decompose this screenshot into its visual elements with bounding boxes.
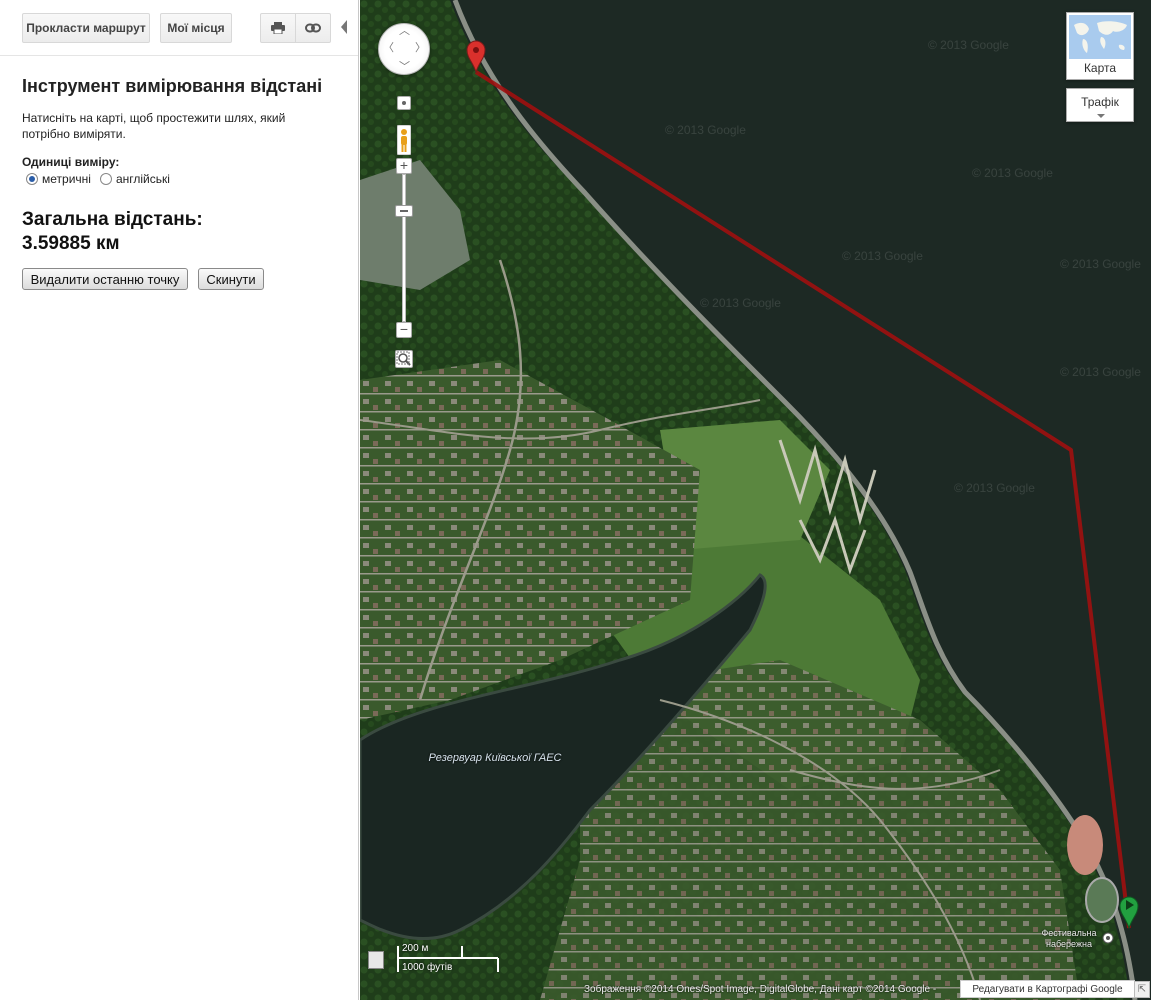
metric-label[interactable]: метричні xyxy=(42,172,91,186)
units-radio-group: метричні англійські xyxy=(26,172,179,186)
festival-embankment-label: Фестивальна набережна xyxy=(1041,928,1097,949)
side-panel: Прокласти маршрут Мої місця Інструмент в… xyxy=(0,0,359,1000)
pan-down-icon[interactable]: ﹀ xyxy=(399,62,410,73)
world-map-thumbnail xyxy=(1069,15,1131,59)
delete-last-point-button[interactable]: Видалити останню точку xyxy=(22,268,188,290)
start-marker-pin xyxy=(466,40,486,74)
zoom-in-button[interactable]: + xyxy=(396,158,412,174)
map-canvas[interactable]: © 2013 Google © 2013 Google © 2013 Googl… xyxy=(360,0,1151,1000)
traffic-label: Трафік xyxy=(1081,95,1119,109)
link-icon xyxy=(305,23,321,33)
map-type-label: Карта xyxy=(1083,61,1117,75)
my-places-button[interactable]: Мої місця xyxy=(160,13,232,43)
total-distance-label: Загальна відстань: xyxy=(22,209,203,230)
pan-control[interactable]: ︿ ﹀ 〈 〉 xyxy=(378,23,430,75)
scale-imperial-label: 1000 футів xyxy=(402,962,453,973)
measurement-layer xyxy=(466,40,1139,930)
end-marker[interactable] xyxy=(1119,896,1139,930)
collapse-panel-icon[interactable] xyxy=(341,20,347,34)
english-radio[interactable] xyxy=(99,173,112,185)
total-distance-value: 3.59885 км xyxy=(22,233,120,254)
street-view-icon[interactable] xyxy=(368,951,384,969)
units-label: Одиниці виміру: xyxy=(22,155,120,169)
end-marker-pin xyxy=(1119,896,1139,930)
chevron-down-icon xyxy=(1097,114,1105,118)
reservoir-label: Резервуар Київської ГАЕС xyxy=(428,752,562,764)
reset-button[interactable]: Скинути xyxy=(198,268,264,290)
tool-instruction: Натисніть на карті, щоб простежити шлях,… xyxy=(22,111,286,141)
copyright-text: Зображення ©2014 Ones/Spot Image, Digita… xyxy=(584,984,937,995)
measurement-path xyxy=(474,70,1131,929)
poi-icon xyxy=(1102,932,1114,944)
traffic-button[interactable]: Трафік xyxy=(1066,88,1134,122)
expand-corner-icon[interactable]: ⇱ xyxy=(1134,981,1150,998)
pan-up-icon[interactable]: ︿ xyxy=(399,26,410,37)
total-distance: Загальна відстань: 3.59885 км xyxy=(22,208,203,256)
panel-toolbar: Прокласти маршрут Мої місця xyxy=(0,0,358,56)
scale-metric-label: 200 м xyxy=(402,943,429,954)
zoom-slider-track[interactable] xyxy=(402,174,406,322)
get-directions-button[interactable]: Прокласти маршрут xyxy=(22,13,150,43)
zoom-area-icon[interactable] xyxy=(395,350,413,368)
start-marker[interactable] xyxy=(466,40,486,74)
print-icon xyxy=(271,22,285,34)
pan-left-icon[interactable]: 〈 xyxy=(383,43,394,54)
zoom-out-button[interactable]: − xyxy=(396,322,412,338)
link-button[interactable] xyxy=(295,13,331,43)
print-button[interactable] xyxy=(260,13,296,43)
start-marker-dot xyxy=(473,47,479,53)
metric-radio[interactable] xyxy=(26,173,38,185)
pan-right-icon[interactable]: 〉 xyxy=(415,43,426,54)
pegman-icon[interactable] xyxy=(396,124,412,156)
rotate-reset-icon[interactable] xyxy=(397,96,411,110)
tool-title: Інструмент вимірювання відстані xyxy=(22,76,323,96)
zoom-slider-thumb[interactable] xyxy=(395,205,413,217)
map-type-button[interactable]: Карта xyxy=(1066,12,1134,80)
edit-in-map-maker-link[interactable]: Редагувати в Картографі Google xyxy=(960,980,1135,998)
english-label[interactable]: англійські xyxy=(116,172,170,186)
